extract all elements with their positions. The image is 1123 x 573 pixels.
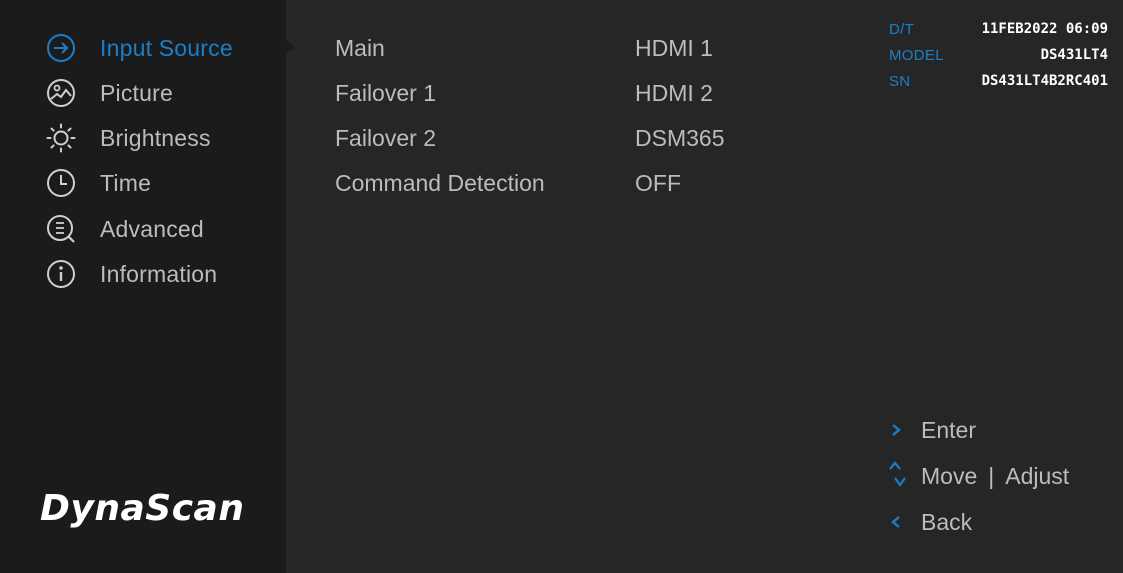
info-model: MODEL DS431LT4: [889, 45, 1108, 65]
setting-label: Main: [335, 34, 385, 61]
setting-label: Failover 1: [335, 79, 436, 106]
sidebar-item-brightness[interactable]: Brightness: [44, 121, 211, 155]
input-source-icon: [44, 31, 78, 65]
osd-screen: Input Source Picture Brightness Time Adv…: [0, 0, 1123, 573]
sidebar-item-advanced[interactable]: Advanced: [44, 212, 204, 246]
hint-label: Move: [921, 462, 978, 489]
sidebar-item-input-source[interactable]: Input Source: [44, 31, 233, 65]
hint-label: Back: [921, 508, 973, 535]
clock-icon: [44, 166, 78, 200]
setting-value: OFF: [635, 169, 681, 196]
brand-logo: DynaScan: [40, 488, 245, 529]
info-icon: [44, 257, 78, 291]
brightness-icon: [44, 121, 78, 155]
info-serial: SN DS431LT4B2RC401: [889, 71, 1108, 91]
sidebar: Input Source Picture Brightness Time Adv…: [0, 0, 286, 573]
setting-value: HDMI 2: [635, 79, 713, 106]
sidebar-item-label: Information: [100, 260, 218, 287]
info-value: 11FEB2022 06:09: [981, 21, 1108, 37]
setting-row-failover-1[interactable]: Failover 1 HDMI 2: [335, 76, 795, 110]
selection-pointer: [286, 40, 295, 54]
chevron-right-icon: [884, 414, 910, 446]
setting-label: Command Detection: [335, 169, 545, 196]
hint-enter: Enter: [884, 414, 976, 446]
setting-value: DSM365: [635, 124, 725, 151]
info-datetime: D/T 11FEB2022 06:09: [889, 19, 1108, 39]
advanced-search-icon: [44, 212, 78, 246]
info-label: D/T: [889, 20, 915, 38]
hint-move-adjust: Move | Adjust: [884, 460, 1069, 492]
hint-label: Adjust: [1005, 462, 1070, 489]
hint-back: Back: [884, 506, 972, 538]
info-label: SN: [889, 72, 911, 90]
sidebar-item-time[interactable]: Time: [44, 166, 151, 200]
hint-divider: |: [988, 462, 995, 489]
info-value: DS431LT4B2RC401: [981, 73, 1108, 89]
info-label: MODEL: [889, 46, 944, 64]
chevron-up-down-icon: [884, 460, 910, 492]
setting-label: Failover 2: [335, 124, 436, 151]
sidebar-item-label: Input Source: [100, 34, 233, 61]
sidebar-item-information[interactable]: Information: [44, 257, 217, 291]
sidebar-item-picture[interactable]: Picture: [44, 76, 173, 110]
setting-row-failover-2[interactable]: Failover 2 DSM365: [335, 121, 795, 155]
info-value: DS431LT4: [1040, 47, 1108, 63]
hint-label: Enter: [921, 416, 976, 443]
chevron-left-icon: [884, 506, 910, 538]
sidebar-item-label: Brightness: [100, 124, 211, 151]
sidebar-item-label: Picture: [100, 79, 173, 106]
sidebar-item-label: Time: [100, 169, 152, 196]
picture-icon: [44, 76, 78, 110]
setting-value: HDMI 1: [635, 34, 713, 61]
setting-row-main[interactable]: Main HDMI 1: [335, 31, 795, 65]
setting-row-command-detection[interactable]: Command Detection OFF: [335, 166, 795, 200]
sidebar-item-label: Advanced: [100, 215, 204, 242]
